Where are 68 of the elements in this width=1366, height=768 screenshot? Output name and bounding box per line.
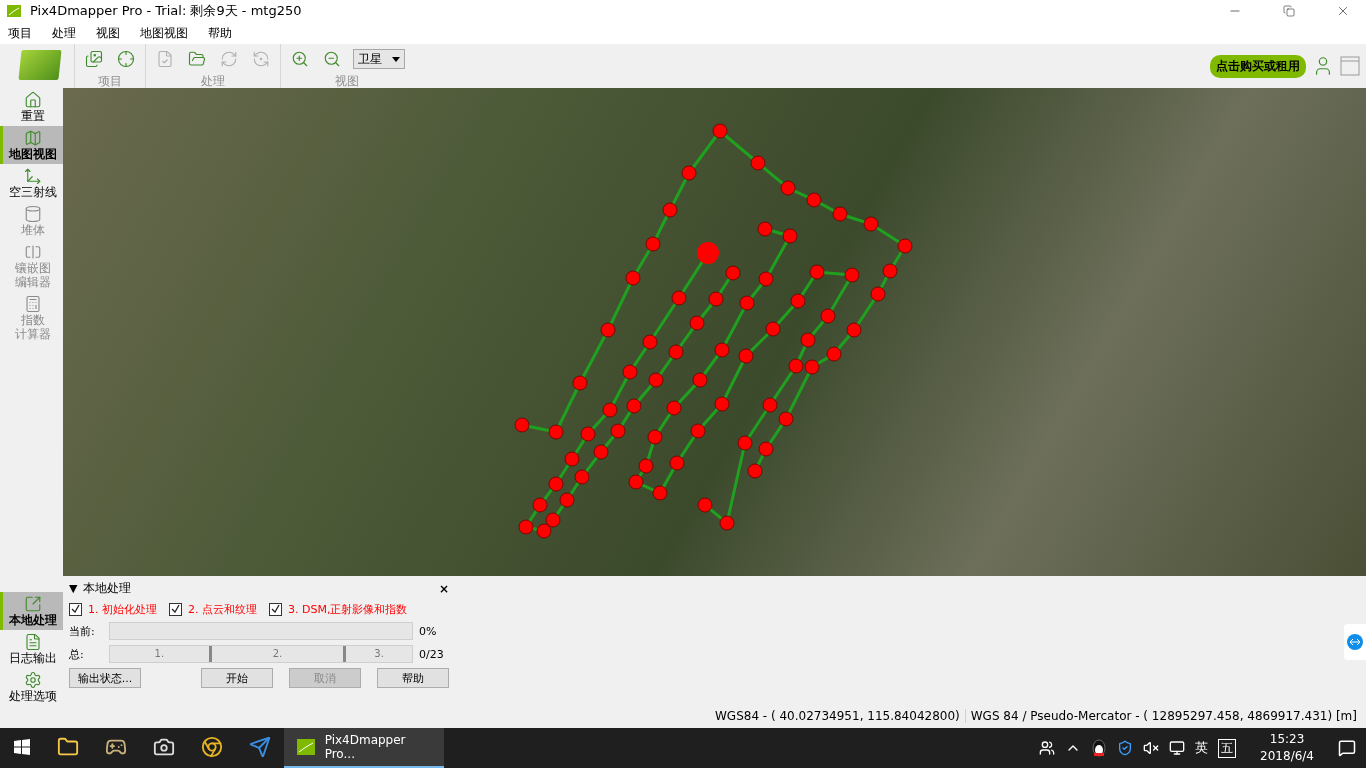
remote-support-tab[interactable] xyxy=(1344,624,1366,660)
volume-muted-icon[interactable] xyxy=(1143,740,1160,756)
window-title: Pix4Dmapper Pro - Trial: 剩余9天 - mtg250 xyxy=(30,2,303,20)
panel-button[interactable]: 输出状态... xyxy=(69,668,141,688)
input-language[interactable]: 英 xyxy=(1195,739,1209,757)
close-icon[interactable] xyxy=(1336,4,1350,18)
home-icon xyxy=(24,91,42,109)
coordinates-text: WGS 84 / Pseudo-Mercator - ( 12895297.458, 4869917.431) [m] xyxy=(964,708,1362,723)
progress-reading: 0% xyxy=(419,624,438,638)
checkbox[interactable] xyxy=(269,603,282,616)
photos-button[interactable] xyxy=(83,48,105,70)
sidebar-item[interactable]: 空三射线 xyxy=(0,164,63,202)
buy-button[interactable]: 点击购买或租用 xyxy=(1210,54,1306,78)
menu-item[interactable]: 帮助 xyxy=(208,24,232,42)
panel-title: 本地处理 xyxy=(83,580,133,597)
progress-label: 当前: xyxy=(69,623,96,639)
step-label: 1. 初始化处理 xyxy=(88,602,157,617)
progress-label: 总: xyxy=(69,646,85,662)
group-label: 项目 xyxy=(98,74,122,88)
notification-icon[interactable] xyxy=(1338,739,1356,757)
map-icon xyxy=(24,129,42,147)
people-icon[interactable] xyxy=(1039,740,1056,756)
group-label: 视图 xyxy=(335,74,359,88)
panel-button[interactable]: 帮助 xyxy=(377,668,449,688)
step-label: 3. DSM,正射影像和指数 xyxy=(288,602,408,617)
axes-icon xyxy=(24,167,42,185)
export-icon xyxy=(24,595,42,613)
settings-icon xyxy=(24,671,42,689)
camera-icon xyxy=(153,736,175,758)
app-logo-icon xyxy=(6,4,22,18)
sidebar-item[interactable]: 处理选项 xyxy=(0,668,63,706)
crosshair-button[interactable] xyxy=(115,48,137,70)
menu-item[interactable]: 项目 xyxy=(8,24,32,42)
checkbox[interactable] xyxy=(69,603,82,616)
progress-reading: 0/23 xyxy=(419,647,445,661)
menu-item[interactable]: 处理 xyxy=(52,24,76,42)
cylinder-icon xyxy=(24,205,42,223)
sidebar-item[interactable]: 本地处理 xyxy=(0,592,63,630)
log-file-icon xyxy=(24,633,42,651)
sidebar-item[interactable]: 地图视图 xyxy=(0,126,63,164)
chrome-icon xyxy=(201,736,223,758)
collapse-toggle[interactable]: ▼ xyxy=(69,582,78,595)
sidebar-item[interactable]: 重置 xyxy=(0,88,63,126)
arrows-circle-icon xyxy=(1346,633,1364,651)
menu-item[interactable]: 视图 xyxy=(96,24,120,42)
shield-icon[interactable] xyxy=(1117,740,1134,756)
taskbar-app[interactable]: Pix4Dmapper Pro... xyxy=(284,728,444,768)
input-mode[interactable]: 五 xyxy=(1218,738,1237,758)
menu-item[interactable]: 地图视图 xyxy=(140,24,188,42)
checkbox[interactable] xyxy=(169,603,182,616)
step-tracker: 1. 2. 3. xyxy=(109,645,413,663)
step-label: 2. 点云和纹理 xyxy=(188,602,257,617)
clock[interactable]: 15:23 2018/6/4 xyxy=(1260,731,1314,765)
calculator-icon xyxy=(24,295,42,313)
app-logo-icon xyxy=(296,738,315,756)
sidebar-item[interactable]: 日志输出 xyxy=(0,630,63,668)
map-type-dropdown[interactable]: 卫星 xyxy=(353,49,405,69)
network-icon[interactable] xyxy=(1169,740,1186,756)
split-square-icon xyxy=(24,243,42,261)
panel-button[interactable]: 开始 xyxy=(201,668,273,688)
group-label: 处理 xyxy=(201,74,225,88)
close-button[interactable]: × xyxy=(438,581,449,596)
app-logo xyxy=(18,50,62,80)
coordinates-text: WGS84 - ( 40.02734951, 115.84042800) xyxy=(713,708,961,723)
folder-icon xyxy=(57,736,79,758)
start-icon[interactable] xyxy=(14,739,30,755)
restore-icon[interactable] xyxy=(1283,5,1295,17)
penguin-icon[interactable] xyxy=(1091,739,1108,757)
